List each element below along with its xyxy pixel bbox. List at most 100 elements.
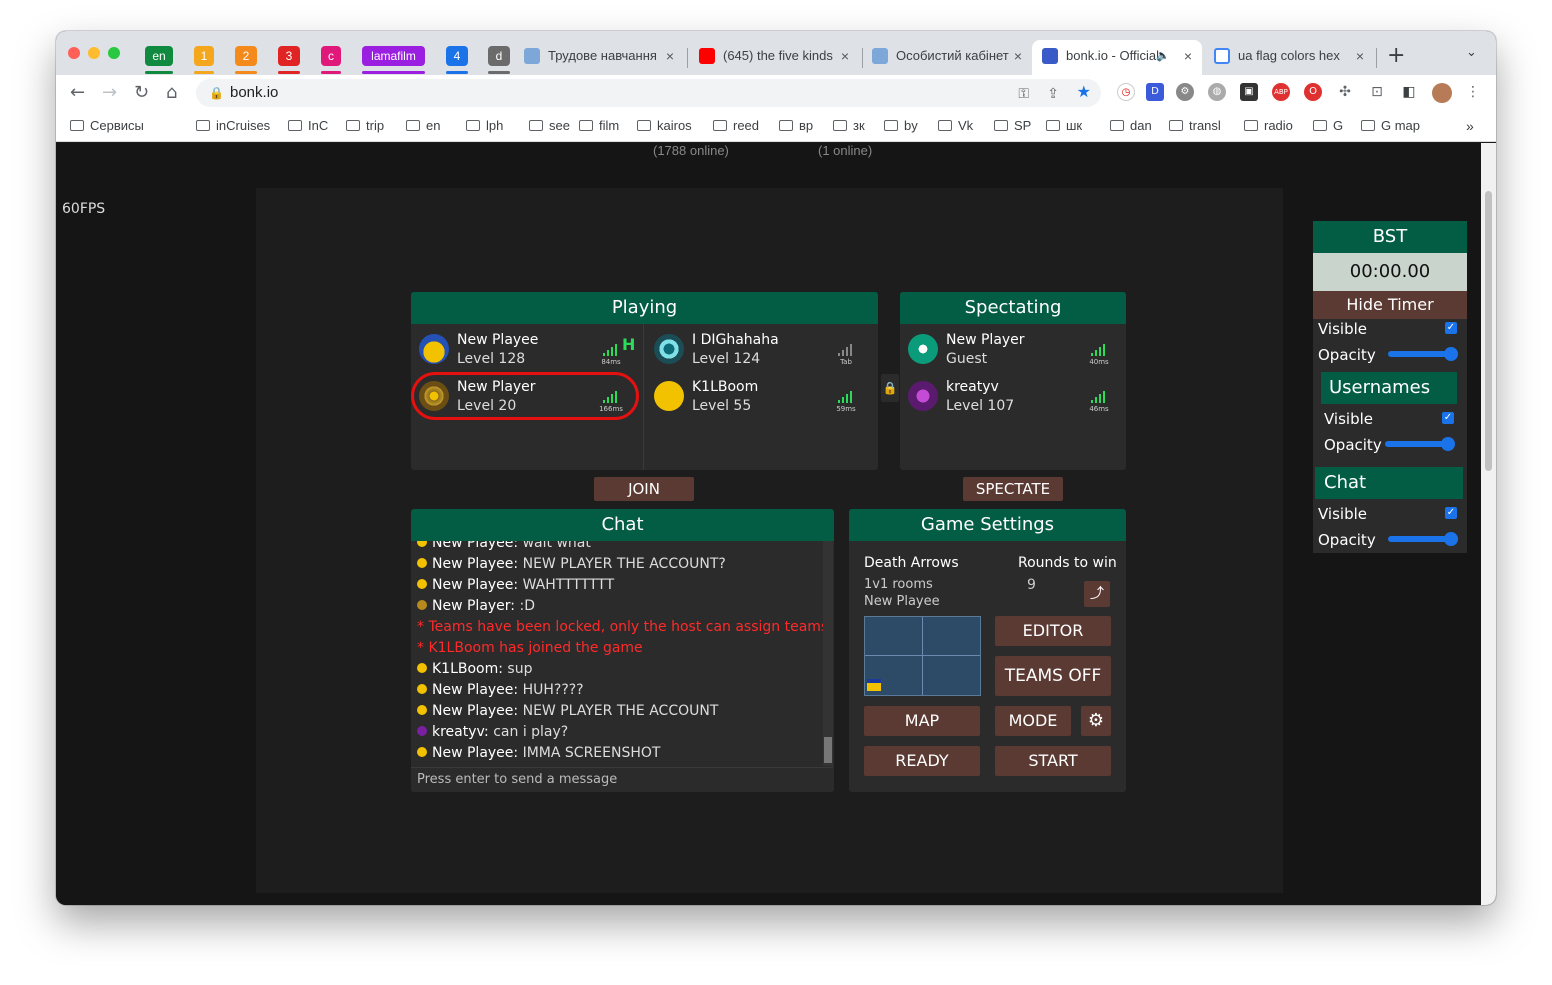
bookmark-item[interactable]: вр: [779, 117, 813, 135]
chat-visible-checkbox[interactable]: ✓: [1445, 507, 1457, 519]
chat-text: wait what: [518, 541, 591, 551]
timer-opacity-slider[interactable]: [1388, 347, 1458, 361]
usernames-opacity-slider[interactable]: [1385, 437, 1455, 451]
spectator-slot[interactable]: New Player Guest 40ms: [908, 330, 1118, 370]
minimize-window-button[interactable]: [88, 47, 100, 59]
bookmark-star-icon[interactable]: ★: [1077, 79, 1091, 107]
close-tab-icon[interactable]: ×: [666, 40, 674, 72]
close-tab-icon[interactable]: ×: [841, 40, 849, 72]
player-slot[interactable]: New Playee Level 128 84ms H: [419, 330, 635, 370]
adblock-icon[interactable]: ABP: [1272, 83, 1290, 101]
join-button[interactable]: JOIN: [594, 477, 694, 501]
folder-icon: [994, 120, 1008, 131]
pinned-tab[interactable]: c: [321, 46, 341, 66]
bookmark-item[interactable]: trip: [346, 117, 384, 135]
sidepanel-icon[interactable]: ◧: [1400, 83, 1418, 101]
share-icon[interactable]: ⤴: [1084, 581, 1110, 607]
team-lock-icon[interactable]: 🔒: [881, 374, 899, 402]
extension-gear-icon[interactable]: ⚙: [1176, 83, 1194, 101]
extension-d-icon[interactable]: D: [1146, 83, 1164, 101]
pinned-tab[interactable]: d: [488, 46, 510, 66]
pinned-tab[interactable]: en: [145, 46, 173, 66]
close-tab-icon[interactable]: ×: [1014, 40, 1022, 72]
bookmark-item[interactable]: InC: [288, 117, 328, 135]
tab-trudove[interactable]: Трудове навчання ×: [514, 40, 684, 75]
pinned-tab[interactable]: lamafilm: [362, 46, 425, 66]
player-slot[interactable]: K1LBoom Level 55 59ms: [654, 377, 869, 417]
bookmark-item[interactable]: by: [884, 117, 918, 135]
bookmark-item[interactable]: transl: [1169, 117, 1221, 135]
tab-search-chevron-icon[interactable]: ⌄: [1466, 45, 1477, 60]
tab-google[interactable]: ua flag colors hex ×: [1204, 40, 1374, 75]
tab-youtube[interactable]: (645) the five kinds ×: [689, 40, 859, 75]
bookmark-item[interactable]: inCruises: [196, 117, 270, 135]
forward-icon[interactable]: →: [102, 83, 117, 103]
menu-icon[interactable]: ⋮: [1464, 83, 1482, 101]
chat-settings-title: Chat: [1315, 467, 1463, 499]
speaker-icon[interactable]: 🔈: [1156, 40, 1170, 72]
home-icon[interactable]: ⌂: [166, 83, 177, 103]
hide-timer-button[interactable]: Hide Timer: [1313, 291, 1467, 319]
usernames-visible-checkbox[interactable]: ✓: [1442, 412, 1454, 424]
chat-input[interactable]: Press enter to send a message: [411, 767, 833, 792]
timer-visible-checkbox[interactable]: ✓: [1445, 322, 1457, 334]
mode-button[interactable]: MODE: [995, 706, 1071, 736]
extension-radio-icon[interactable]: ▣: [1240, 83, 1258, 101]
profile-avatar[interactable]: [1432, 83, 1452, 103]
timer-opacity-label: Opacity: [1318, 346, 1376, 364]
ready-button[interactable]: READY: [864, 746, 980, 776]
bookmark-item[interactable]: en: [406, 117, 440, 135]
share-icon[interactable]: ⇪: [1047, 79, 1059, 107]
close-window-button[interactable]: [68, 47, 80, 59]
chat-scrollbar[interactable]: [823, 541, 833, 766]
page-scrollbar[interactable]: [1481, 143, 1496, 905]
bookmark-item[interactable]: film: [579, 117, 619, 135]
chat-opacity-slider[interactable]: [1388, 532, 1458, 546]
close-tab-icon[interactable]: ×: [1356, 40, 1364, 72]
bookmark-item[interactable]: G: [1313, 117, 1343, 135]
spectate-button[interactable]: SPECTATE: [963, 477, 1063, 501]
bookmark-item[interactable]: шк: [1046, 117, 1082, 135]
bookmark-item[interactable]: lph: [466, 117, 503, 135]
extension-calendar-icon[interactable]: ◷: [1117, 83, 1135, 101]
bookmark-item[interactable]: dan: [1110, 117, 1152, 135]
bookmark-item[interactable]: Vk: [938, 117, 973, 135]
bookmark-item[interactable]: radio: [1244, 117, 1293, 135]
reload-icon[interactable]: ↻: [134, 83, 149, 103]
puzzle-icon[interactable]: ✣: [1336, 83, 1354, 101]
settings-gear-icon[interactable]: ⚙: [1081, 706, 1111, 736]
map-button[interactable]: MAP: [864, 706, 980, 736]
cast-icon[interactable]: ⊡: [1368, 83, 1386, 101]
zoom-window-button[interactable]: [108, 47, 120, 59]
bookmark-item[interactable]: Сервисы: [70, 117, 144, 135]
new-tab-button[interactable]: +: [1387, 43, 1405, 68]
bookmark-item[interactable]: зк: [833, 117, 865, 135]
key-icon[interactable]: ⚿: [1018, 79, 1029, 107]
bookmarks-more-button[interactable]: »: [1466, 117, 1474, 135]
tab-bonk[interactable]: bonk.io - Official 🔈 ×: [1032, 40, 1202, 75]
map-preview[interactable]: [864, 616, 981, 696]
player-slot[interactable]: I DIGhahaha Level 124 Tab: [654, 330, 869, 370]
chat-message: New Playee: HUH????: [417, 682, 584, 698]
spectator-slot[interactable]: kreatyv Level 107 46ms: [908, 377, 1118, 417]
back-icon[interactable]: ←: [70, 83, 85, 103]
pinned-tab[interactable]: 4: [446, 46, 468, 66]
bookmark-item[interactable]: SP: [994, 117, 1031, 135]
pinned-tab[interactable]: 2: [235, 46, 257, 66]
pinned-tab[interactable]: 3: [278, 46, 300, 66]
start-button[interactable]: START: [995, 746, 1111, 776]
tab-osobystyi[interactable]: Особистий кабінет ×: [862, 40, 1032, 75]
opera-icon[interactable]: O: [1304, 83, 1322, 101]
bookmark-item[interactable]: kairos: [637, 117, 692, 135]
address-bar[interactable]: 🔒 bonk.io ⚿ ⇪ ★: [196, 79, 1101, 107]
close-tab-icon[interactable]: ×: [1184, 40, 1192, 72]
folder-icon: [713, 120, 727, 131]
pinned-tab[interactable]: 1: [194, 46, 214, 66]
editor-button[interactable]: EDITOR: [995, 616, 1111, 646]
rounds-value[interactable]: 9: [1027, 577, 1036, 593]
bookmark-item[interactable]: see: [529, 117, 570, 135]
teams-button[interactable]: TEAMS OFF: [995, 656, 1111, 696]
bookmark-item[interactable]: G map: [1361, 117, 1420, 135]
extension-globe-icon[interactable]: ◍: [1208, 83, 1226, 101]
bookmark-item[interactable]: reed: [713, 117, 759, 135]
